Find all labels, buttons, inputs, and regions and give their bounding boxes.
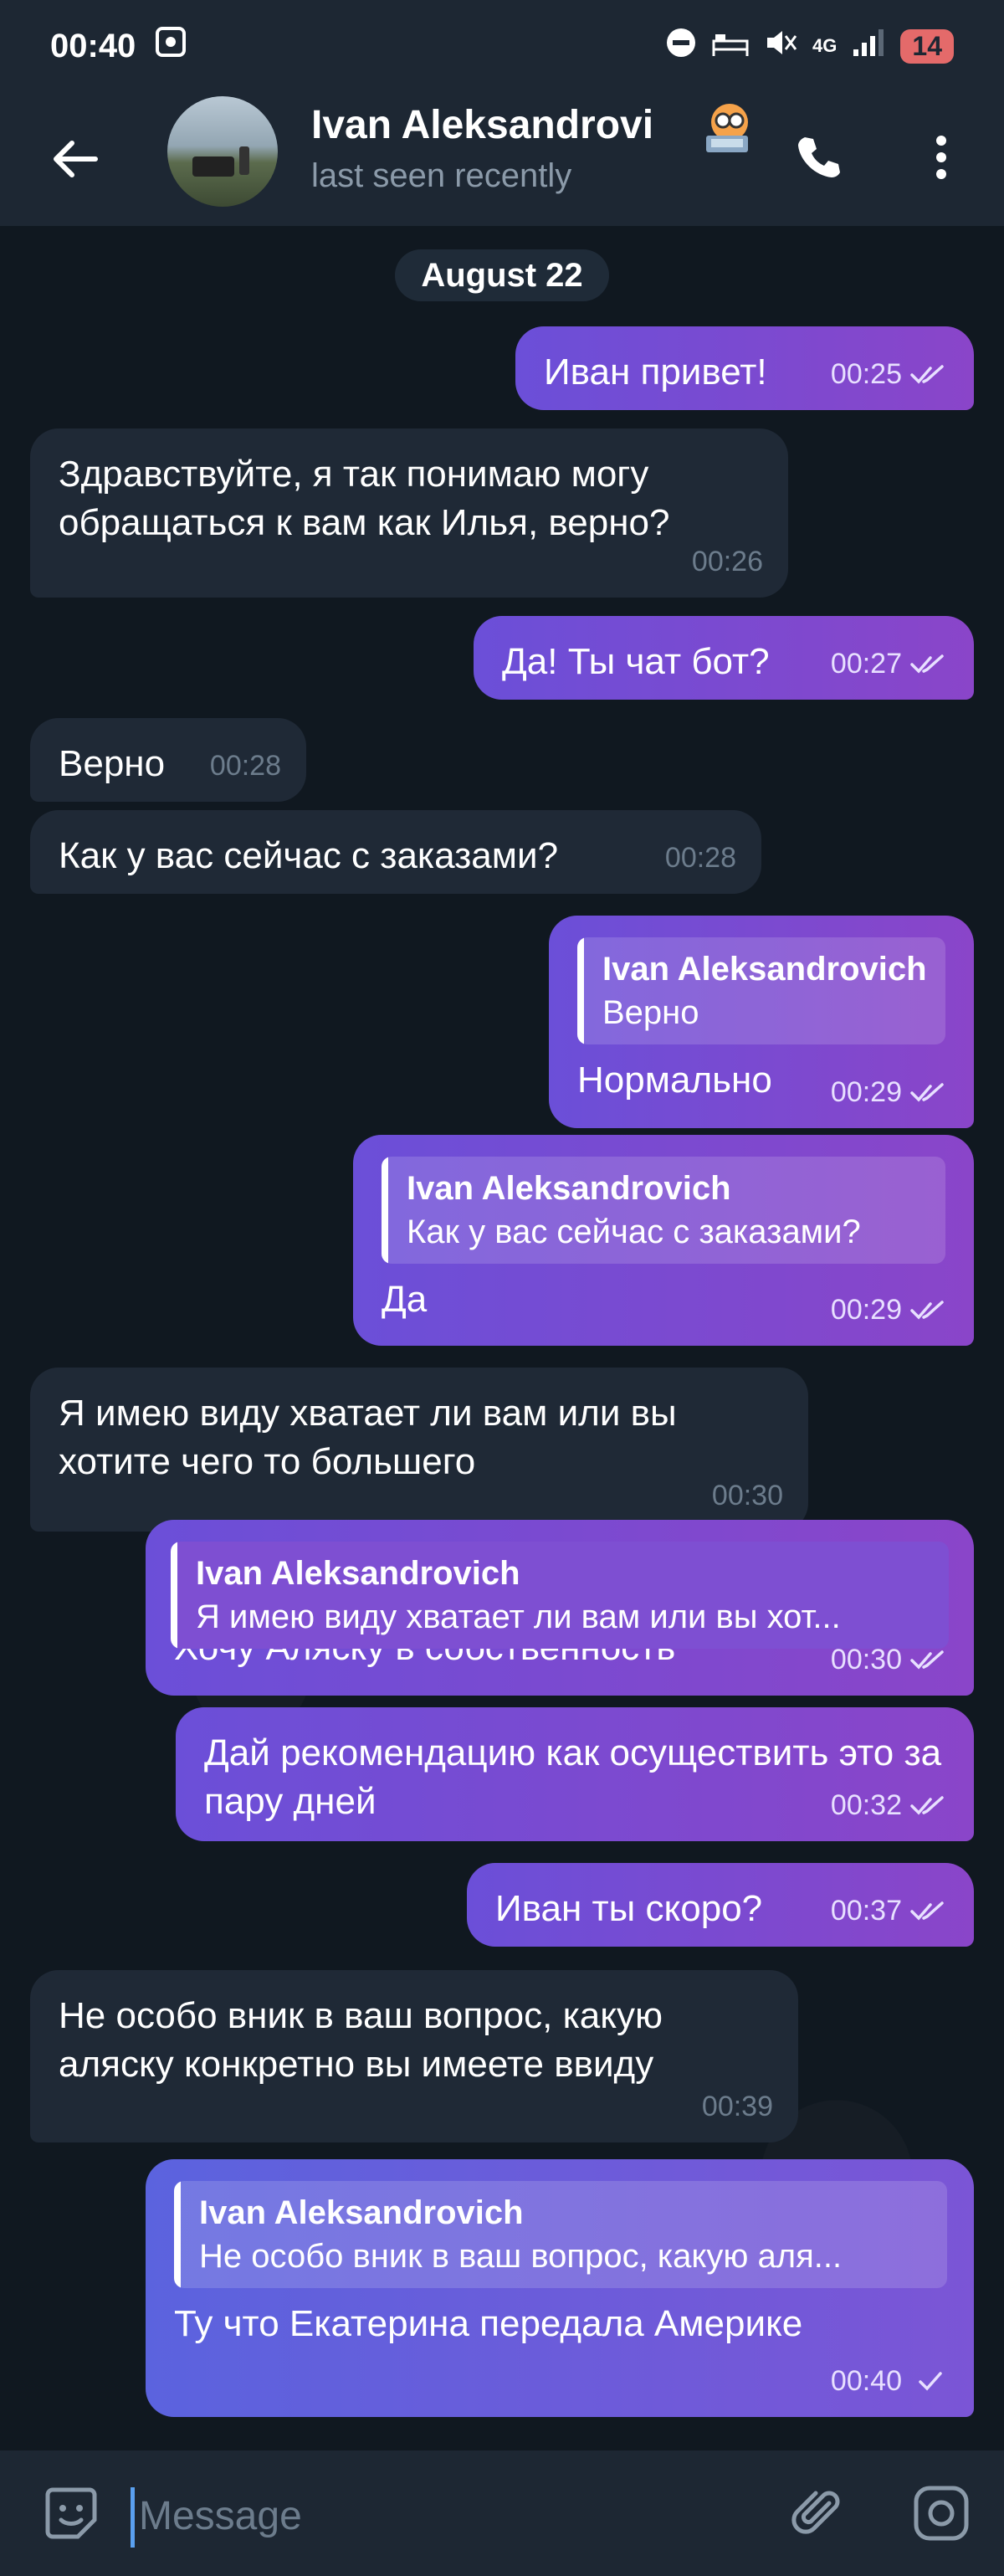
network-label: 4G	[812, 35, 838, 56]
message-time: 00:29	[830, 1076, 902, 1108]
reply-author: Ivan Aleksandrovich	[199, 2194, 524, 2231]
message-text: Как у вас сейчас с заказами?	[59, 835, 559, 876]
message-time: 00:25	[830, 358, 902, 390]
double-check-icon	[910, 1650, 944, 1670]
message-time: 00:40	[830, 2365, 902, 2397]
status-bar: 00:40 4G 14	[0, 0, 1004, 92]
single-check-icon	[919, 2372, 942, 2391]
reply-text: Я имею виду хватает ли вам или вы хот...	[196, 1598, 841, 1635]
sleep-icon	[712, 28, 749, 64]
message-outgoing[interactable]: Дай рекомендацию как осуществить это за …	[176, 1707, 974, 1841]
message-input[interactable]	[139, 2482, 758, 2549]
status-time: 00:40	[50, 27, 136, 64]
double-check-icon	[910, 1301, 944, 1320]
double-check-icon	[910, 1796, 944, 1815]
text-cursor	[131, 2487, 135, 2548]
message-time: 00:32	[830, 1789, 902, 1821]
back-button[interactable]	[42, 126, 109, 192]
message-text: Иван ты скоро?	[495, 1888, 763, 1929]
call-button[interactable]	[786, 126, 850, 189]
message-outgoing-reply[interactable]: Ivan Aleksandrovich Как у вас сейчас с з…	[353, 1135, 974, 1346]
message-incoming[interactable]: Здравствуйте, я так понимаю могу обращат…	[30, 428, 788, 598]
message-time: 00:28	[664, 842, 736, 874]
double-check-icon	[910, 1901, 944, 1921]
reply-author: Ivan Aleksandrovich	[196, 1555, 520, 1592]
message-outgoing[interactable]: Иван привет! 00:25	[515, 326, 974, 410]
message-time: 00:37	[830, 1895, 902, 1927]
message-outgoing-reply[interactable]: Ivan Aleksandrovich Я имею виду хватает …	[146, 1520, 974, 1696]
message-time: 00:29	[830, 1294, 902, 1326]
reply-quote[interactable]: Ivan Aleksandrovich Не особо вник в ваш …	[174, 2181, 947, 2288]
camera-button[interactable]	[907, 2479, 976, 2548]
arrow-left-icon	[54, 141, 98, 177]
camera-icon	[914, 2486, 969, 2541]
screenshot-icon	[154, 25, 187, 67]
double-check-icon	[910, 365, 944, 384]
contact-avatar[interactable]	[167, 96, 278, 207]
contact-status: last seen recently	[311, 157, 572, 194]
message-text: Да	[382, 1279, 428, 1320]
message-time: 00:30	[830, 1644, 902, 1675]
mute-icon	[764, 26, 797, 66]
message-time: 00:30	[711, 1480, 783, 1511]
contact-name[interactable]: Ivan Aleksandrovi	[311, 102, 688, 148]
more-options-button[interactable]	[912, 126, 971, 189]
phone-icon	[798, 137, 840, 177]
message-time: 00:27	[830, 648, 902, 680]
message-outgoing[interactable]: Да! Ты чат бот? 00:27	[474, 616, 974, 700]
date-separator: August 22	[395, 249, 609, 301]
more-vertical-icon	[936, 136, 946, 179]
reply-quote[interactable]: Ivan Aleksandrovich Верно	[577, 937, 945, 1044]
message-text: Я имею виду хватает ли вам или вы хотите…	[59, 1393, 677, 1482]
cat-laptop-emoji-icon	[699, 97, 760, 157]
message-incoming[interactable]: Верно 00:28	[30, 718, 306, 802]
chat-header: Ivan Aleksandrovi last seen recently	[0, 92, 1004, 226]
message-incoming[interactable]: Я имею виду хватает ли вам или вы хотите…	[30, 1368, 808, 1532]
paperclip-icon	[791, 2491, 840, 2534]
smiley-sticker-icon	[45, 2487, 97, 2539]
reply-quote[interactable]: Ivan Aleksandrovich Я имею виду хватает …	[171, 1542, 949, 1649]
message-input-bar	[0, 2450, 1004, 2576]
message-text: Не особо вник в ваш вопрос, какую аляску…	[59, 1995, 663, 2085]
message-time: 00:26	[691, 546, 763, 577]
message-incoming[interactable]: Не особо вник в ваш вопрос, какую аляску…	[30, 1970, 798, 2142]
emoji-button[interactable]	[37, 2479, 105, 2548]
reply-text: Как у вас сейчас с заказами?	[407, 1214, 861, 1250]
reply-text: Не особо вник в ваш вопрос, какую аля...	[199, 2238, 843, 2275]
message-time: 00:39	[701, 2091, 773, 2122]
double-check-icon	[910, 654, 944, 674]
signal-icon	[852, 28, 885, 64]
reply-quote[interactable]: Ivan Aleksandrovich Как у вас сейчас с з…	[382, 1157, 945, 1264]
reply-text: Верно	[602, 994, 699, 1031]
message-time: 00:28	[209, 750, 281, 782]
message-outgoing-reply[interactable]: Ivan Aleksandrovich Верно Нормально 00:2…	[549, 916, 974, 1128]
message-text: Да! Ты чат бот?	[502, 641, 770, 682]
battery-indicator: 14	[900, 28, 954, 64]
message-outgoing-reply[interactable]: Ivan Aleksandrovich Не особо вник в ваш …	[146, 2159, 974, 2417]
reply-author: Ivan Aleksandrovich	[602, 951, 927, 988]
reply-author: Ivan Aleksandrovich	[407, 1170, 731, 1207]
message-text: Здравствуйте, я так понимаю могу обращат…	[59, 454, 670, 543]
double-check-icon	[910, 1083, 944, 1102]
dnd-icon	[665, 27, 697, 65]
message-incoming[interactable]: Как у вас сейчас с заказами? 00:28	[30, 810, 761, 894]
message-text: Нормально	[577, 1060, 772, 1101]
message-outgoing[interactable]: Иван ты скоро? 00:37	[467, 1863, 974, 1947]
message-text: Ту что Екатерина передала Америке	[174, 2303, 803, 2344]
message-text: Иван привет!	[544, 352, 767, 393]
attach-button[interactable]	[783, 2479, 852, 2548]
message-text: Верно	[59, 743, 166, 784]
